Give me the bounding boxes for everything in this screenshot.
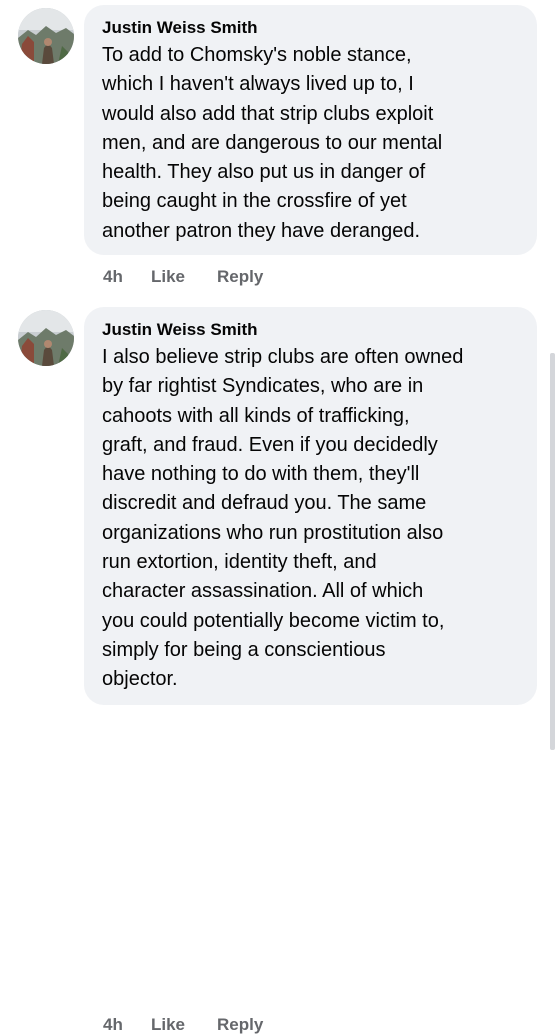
comment-text: To add to Chomsky's noble stance, which … [102,44,443,242]
like-button[interactable]: Like [151,266,217,288]
avatar[interactable] [18,8,74,64]
like-button[interactable]: Like [151,1014,217,1036]
avatar[interactable] [18,310,74,366]
comment-actions: 4h Like Reply [103,1014,263,1036]
comment-timestamp[interactable]: 4h [103,1014,151,1036]
comment-actions: 4h Like Reply [103,266,263,288]
reply-button[interactable]: Reply [217,266,263,288]
scrollbar[interactable] [550,353,555,750]
profile-photo-icon [18,310,74,366]
comment-text: I also believe strip clubs are often own… [102,346,464,691]
comment-bubble: Justin Weiss Smith To add to Chomsky's n… [84,5,537,255]
profile-photo-icon [18,8,74,64]
comment-author[interactable]: Justin Weiss Smith [102,17,521,39]
reply-button[interactable]: Reply [217,1014,263,1036]
comment-author[interactable]: Justin Weiss Smith [102,319,521,341]
comment-timestamp[interactable]: 4h [103,266,151,288]
comment-bubble: Justin Weiss Smith I also believe strip … [84,307,537,705]
